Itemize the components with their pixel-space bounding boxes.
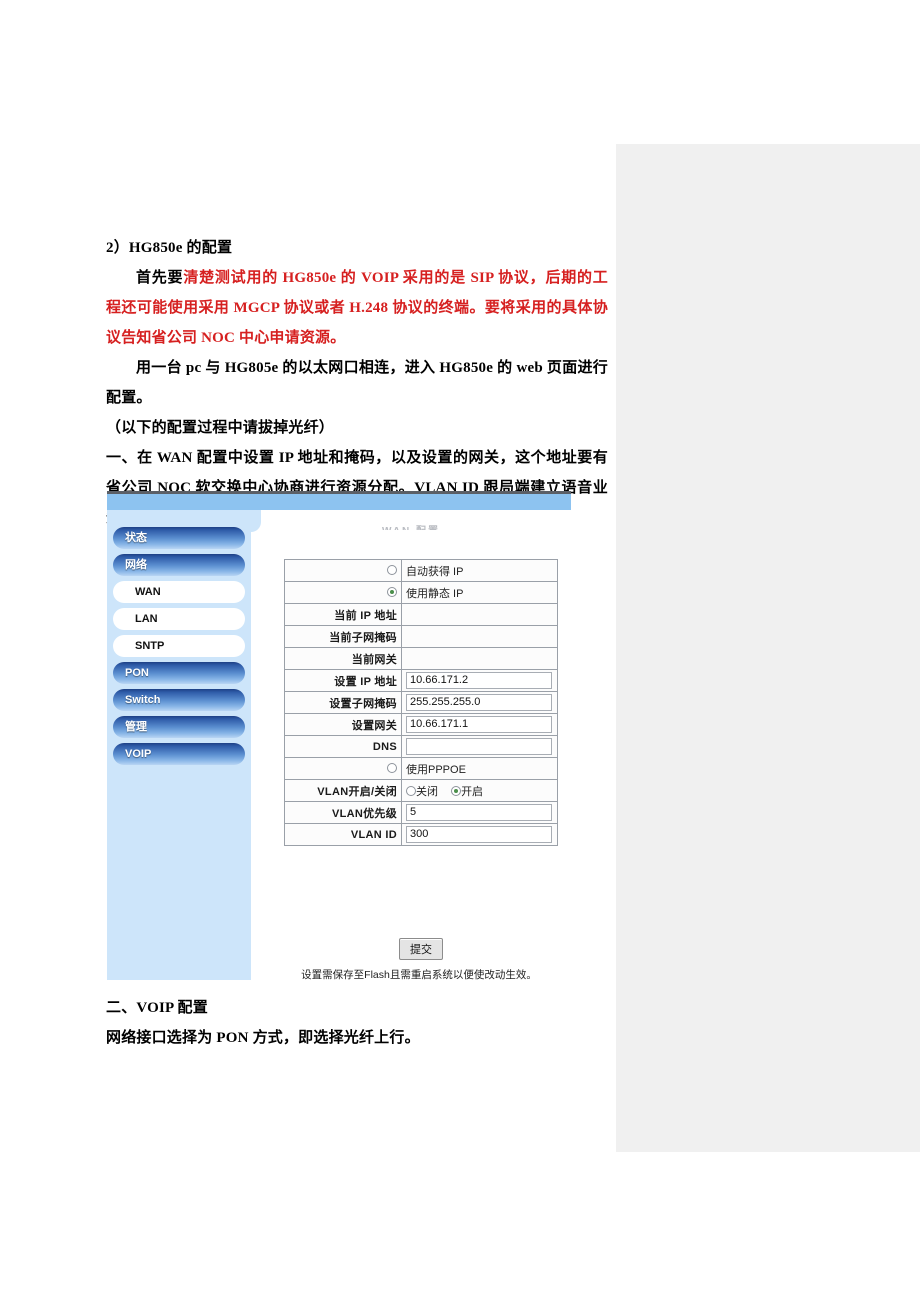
table-row-current-ip: 当前 IP 地址 [284,603,558,626]
table-row-vlan-priority[interactable]: VLAN优先级 5 [284,801,558,824]
vlan-on-radio-icon[interactable] [451,785,462,796]
current-mask-label: 当前子网掩码 [284,625,402,648]
current-ip-value [401,603,558,626]
auto-ip-label: 自动获得 IP [406,565,464,578]
auto-ip-label-cell: 自动获得 IP [401,559,558,582]
vlan-switch-label: VLAN开启/关闭 [284,779,402,802]
sidebar-item-pon[interactable]: PON [113,662,245,684]
sidebar-item-wan[interactable]: WAN [113,581,245,603]
embedded-router-ui-screenshot: 状态 网络 WAN LAN SNTP PON Switch 管理 VOIP WA… [107,491,571,983]
vlan-id-input[interactable]: 300 [406,826,552,843]
table-row-current-gateway: 当前网关 [284,647,558,670]
paragraph-2: 用一台 pc 与 HG805e 的以太网口相连，进入 HG850e 的 web … [106,360,608,406]
vlan-priority-cell[interactable]: 5 [401,801,558,824]
current-ip-label: 当前 IP 地址 [284,603,402,626]
sidebar-item-status[interactable]: 状态 [113,527,245,549]
table-row-static-ip[interactable]: 使用静态 IP [284,581,558,604]
set-gateway-label: 设置网关 [284,713,402,736]
static-ip-label-cell: 使用静态 IP [401,581,558,604]
static-ip-radio-cell[interactable] [284,581,402,604]
document-text-column: 2）HG850e 的配置 首先要清楚测试用的 HG850e 的 VOIP 采用的… [106,233,608,533]
vlan-on-option[interactable]: 开启 [451,783,483,799]
vlan-priority-label: VLAN优先级 [284,801,402,824]
auto-ip-radio-cell[interactable] [284,559,402,582]
dns-cell[interactable] [401,735,558,758]
router-sidebar: 状态 网络 WAN LAN SNTP PON Switch 管理 VOIP [107,510,251,980]
submit-button[interactable]: 提交 [399,938,443,960]
closing-paragraph: 网络接口选择为 PON 方式，即选择光纤上行。 [106,1030,420,1046]
table-row-set-ip[interactable]: 设置 IP 地址 10.66.171.2 [284,669,558,692]
closing-heading: 二、VOIP 配置 [106,1000,208,1016]
pppoe-label: 使用PPPOE [406,763,466,776]
sidebar-item-voip[interactable]: VOIP [113,743,245,765]
pane-title: WAN 配置 [281,522,541,530]
vlan-off-option[interactable]: 关闭 [406,783,438,799]
pppoe-radio-icon[interactable] [387,762,397,773]
pane-corner-fold [251,510,261,532]
vlan-switch-cell[interactable]: 关闭 开启 [401,779,558,802]
static-ip-radio-icon[interactable] [387,586,397,597]
paragraph-1-prefix: 首先要 [136,270,184,286]
vlan-off-label: 关闭 [416,785,438,798]
table-row-set-mask[interactable]: 设置子网掩码 255.255.255.0 [284,691,558,714]
form-footer-note: 设置需保存至Flash且需重启系统以便使改动生效。 [301,969,537,981]
sidebar-item-manage[interactable]: 管理 [113,716,245,738]
current-gateway-value [401,647,558,670]
set-gateway-input[interactable]: 10.66.171.1 [406,716,552,733]
sidebar-item-switch[interactable]: Switch [113,689,245,711]
pppoe-radio-cell[interactable] [284,757,402,780]
dns-label: DNS [284,735,402,758]
router-content-pane: WAN 配置 自动获得 IP 使用静态 IP [251,510,571,981]
static-ip-label: 使用静态 IP [406,587,464,600]
dns-input[interactable] [406,738,552,755]
set-mask-cell[interactable]: 255.255.255.0 [401,691,558,714]
paragraph-3: （以下的配置过程中请拔掉光纤） [106,420,335,436]
set-gateway-cell[interactable]: 10.66.171.1 [401,713,558,736]
paragraph-1: 首先要清楚测试用的 HG850e 的 VOIP 采用的是 SIP 协议，后期的工… [106,263,608,353]
vlan-priority-input[interactable]: 5 [406,804,552,821]
submit-row: 提交 [284,938,558,960]
set-ip-cell[interactable]: 10.66.171.2 [401,669,558,692]
sidebar-item-lan[interactable]: LAN [113,608,245,630]
table-row-pppoe[interactable]: 使用PPPOE [284,757,558,780]
sidebar-item-network[interactable]: 网络 [113,554,245,576]
table-row-vlan-switch[interactable]: VLAN开启/关闭 关闭 开启 [284,779,558,802]
set-mask-label: 设置子网掩码 [284,691,402,714]
pppoe-label-cell: 使用PPPOE [401,757,558,780]
vlan-id-cell[interactable]: 300 [401,823,558,846]
right-grey-panel [616,144,920,1152]
set-mask-input[interactable]: 255.255.255.0 [406,694,552,711]
sidebar-item-sntp[interactable]: SNTP [113,635,245,657]
vlan-off-radio-icon[interactable] [406,785,416,796]
table-row-current-mask: 当前子网掩码 [284,625,558,648]
set-ip-input[interactable]: 10.66.171.2 [406,672,552,689]
vlan-id-label: VLAN ID [284,823,402,846]
screenshot-header-band [107,494,571,510]
table-row-dns[interactable]: DNS [284,735,558,758]
section-heading: 2）HG850e 的配置 [106,240,233,256]
table-row-auto-ip[interactable]: 自动获得 IP [284,559,558,582]
set-ip-label: 设置 IP 地址 [284,669,402,692]
table-row-set-gateway[interactable]: 设置网关 10.66.171.1 [284,713,558,736]
current-gateway-label: 当前网关 [284,647,402,670]
current-mask-value [401,625,558,648]
document-closing-text: 二、VOIP 配置 网络接口选择为 PON 方式，即选择光纤上行。 [106,993,608,1053]
table-row-vlan-id[interactable]: VLAN ID 300 [284,823,558,846]
vlan-on-label: 开启 [461,785,484,798]
wan-config-form: 自动获得 IP 使用静态 IP 当前 IP 地址 当前子网掩码 当前网关 设置 … [284,559,558,846]
auto-ip-radio-icon[interactable] [387,564,397,575]
